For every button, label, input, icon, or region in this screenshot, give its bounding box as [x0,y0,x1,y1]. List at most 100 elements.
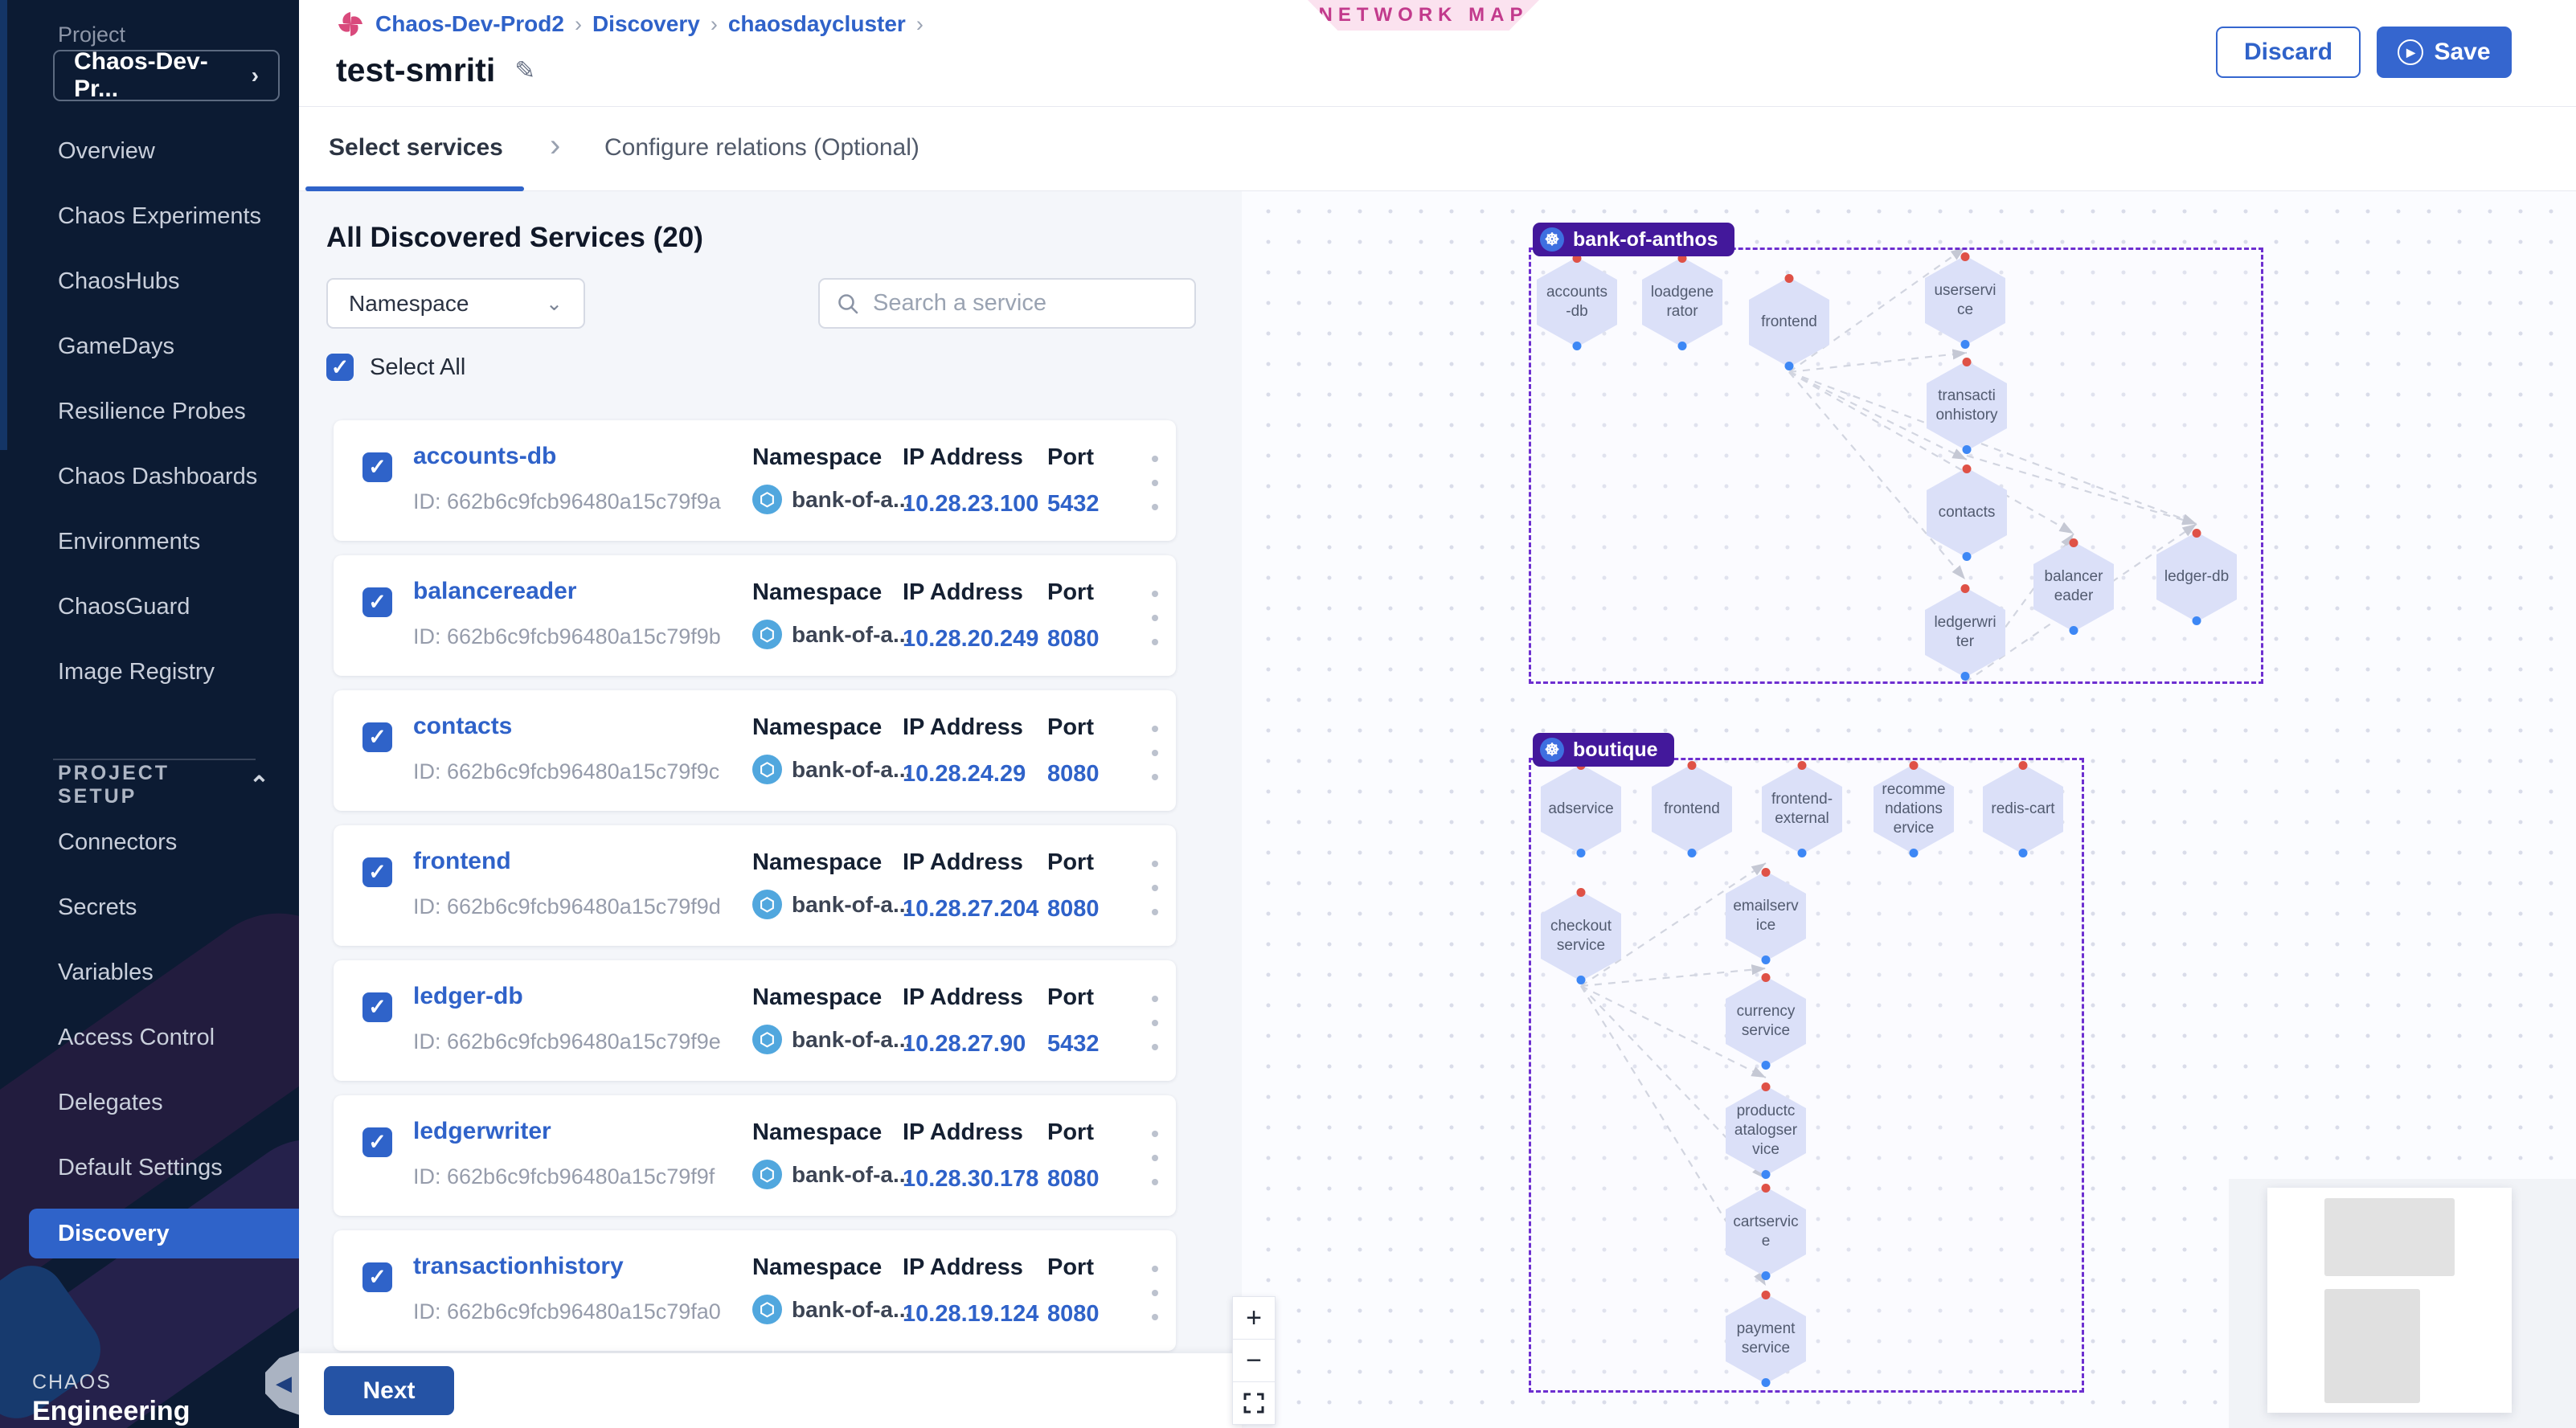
select-all-checkbox[interactable]: ✓ [326,354,354,381]
service-ip-value[interactable]: 10.28.24.29 [903,761,1026,788]
service-hex-node-userservice[interactable]: userservice [1925,256,2005,346]
service-hex-node-productcatalogservice[interactable]: productcatalogservice [1726,1086,1806,1176]
service-checkbox[interactable]: ✓ [362,722,392,752]
kebab-menu-icon[interactable] [1139,991,1171,1055]
service-port-value[interactable]: 8080 [1047,761,1100,788]
sidebar-item-variables[interactable]: Variables [0,940,299,1005]
service-name[interactable]: transactionhistory [413,1253,624,1280]
service-port-value[interactable]: 8080 [1047,1301,1100,1328]
tab-configure-relations[interactable]: Configure relations (Optional) [604,134,919,162]
service-hex-node-checkoutservice[interactable]: checkoutservice [1541,891,1621,981]
sidebar-item-access-control[interactable]: Access Control [0,1005,299,1070]
sidebar-item-delegates[interactable]: Delegates [0,1070,299,1135]
sidebar-item-resilience-probes[interactable]: Resilience Probes [0,379,299,444]
sidebar-item-gamedays[interactable]: GameDays [0,314,299,379]
breadcrumb-discovery[interactable]: Discovery [592,11,700,37]
map-group-badge-bank-of-anthos[interactable]: ☸bank-of-anthos [1533,223,1734,256]
egress-port-dot [1577,849,1586,857]
service-hex-node-paymentservice[interactable]: paymentservice [1726,1294,1806,1384]
kebab-menu-icon[interactable] [1139,586,1171,650]
service-checkbox[interactable]: ✓ [362,1127,392,1157]
kebab-menu-icon[interactable] [1139,856,1171,920]
kebab-menu-icon[interactable] [1139,721,1171,785]
service-hex-node-balancereader[interactable]: balancereader [2033,542,2114,632]
kebab-menu-icon[interactable] [1139,1261,1171,1325]
service-port-value[interactable]: 8080 [1047,626,1100,653]
kebab-menu-icon[interactable] [1139,1126,1171,1190]
sidebar-item-chaoshubs[interactable]: ChaosHubs [0,249,299,314]
sidebar-collapse-handle[interactable]: ◀ [265,1350,299,1416]
map-group-badge-boutique[interactable]: ☸boutique [1533,733,1674,767]
edit-pencil-icon[interactable]: ✎ [514,56,535,85]
service-port-value[interactable]: 8080 [1047,1166,1100,1193]
zoom-out-button[interactable]: − [1232,1339,1276,1382]
service-hex-node-frontend[interactable]: frontend [1749,277,1829,367]
service-hex-node-frontend[interactable]: frontend [1652,764,1732,854]
hexagon-shape: ledger-db [2156,532,2237,622]
service-name[interactable]: accounts-db [413,443,556,470]
service-ip-value[interactable]: 10.28.23.100 [903,491,1038,518]
service-name[interactable]: frontend [413,848,511,875]
service-checkbox[interactable]: ✓ [362,587,392,617]
service-port-value[interactable]: 5432 [1047,1031,1100,1058]
service-ip-value[interactable]: 10.28.27.90 [903,1031,1026,1058]
service-hex-node-adservice[interactable]: adservice [1541,764,1621,854]
save-button[interactable]: ▶ Save [2377,27,2512,78]
sidebar-item-chaosguard[interactable]: ChaosGuard [0,575,299,640]
service-hex-node-recommendationservice[interactable]: recommendationservice [1874,764,1954,854]
service-checkbox[interactable]: ✓ [362,1262,392,1292]
fullscreen-button[interactable] [1232,1381,1276,1425]
service-hex-node-cartservice[interactable]: cartservice [1726,1187,1806,1277]
sidebar-item-secrets[interactable]: Secrets [0,875,299,940]
column-header-namespace: Namespace [752,1119,882,1146]
discard-button[interactable]: Discard [2216,27,2361,78]
breadcrumb-project[interactable]: Chaos-Dev-Prod2 [375,11,564,37]
service-hex-node-loadgenerator[interactable]: loadgenerator [1642,257,1722,347]
project-setup-section-header[interactable]: PROJECT SETUP ⌃ [58,762,272,808]
service-hex-node-accounts-db[interactable]: accounts-db [1537,257,1617,347]
service-hex-node-transactionhistory[interactable]: transactionhistory [1927,361,2007,451]
sidebar-item-chaos-experiments[interactable]: Chaos Experiments [0,184,299,249]
service-name[interactable]: ledgerwriter [413,1118,551,1145]
search-input[interactable] [873,290,1178,317]
service-checkbox[interactable]: ✓ [362,992,392,1022]
service-namespace-value: ⬡ bank-of-a... [752,1295,911,1324]
service-name[interactable]: contacts [413,713,512,740]
ingress-port-dot [2019,761,2028,770]
sidebar-item-connectors[interactable]: Connectors [0,810,299,875]
service-ip-value[interactable]: 10.28.19.124 [903,1301,1038,1328]
service-name[interactable]: balancereader [413,578,576,605]
sidebar-item-environments[interactable]: Environments [0,509,299,575]
namespace-text: bank-of-a... [792,892,911,918]
sidebar-item-chaos-dashboards[interactable]: Chaos Dashboards [0,444,299,509]
service-hex-node-frontend-external[interactable]: frontend-external [1762,764,1842,854]
tab-select-services[interactable]: Select services [329,134,503,162]
sidebar-item-overview[interactable]: Overview [0,119,299,184]
service-hex-node-emailservice[interactable]: emailservice [1726,871,1806,961]
next-button[interactable]: Next [324,1366,454,1415]
service-hex-node-contacts[interactable]: contacts [1927,468,2007,558]
service-name[interactable]: ledger-db [413,983,523,1010]
service-ip-value[interactable]: 10.28.30.178 [903,1166,1038,1193]
service-search-box[interactable] [818,278,1196,329]
sidebar-item-discovery[interactable]: Discovery [29,1209,299,1258]
service-hex-node-ledgerwriter[interactable]: ledgerwriter [1925,587,2005,677]
service-checkbox[interactable]: ✓ [362,857,392,887]
service-hex-node-ledger-db[interactable]: ledger-db [2156,532,2237,622]
service-ip-value[interactable]: 10.28.27.204 [903,896,1038,923]
minimap[interactable] [2267,1188,2512,1413]
service-hex-node-redis-cart[interactable]: redis-cart [1983,764,2063,854]
service-hex-node-currencyservice[interactable]: currencyservice [1726,976,1806,1066]
sidebar-item-default-settings[interactable]: Default Settings [0,1135,299,1201]
breadcrumb-cluster[interactable]: chaosdaycluster [728,11,906,37]
kebab-menu-icon[interactable] [1139,451,1171,515]
zoom-in-button[interactable]: + [1232,1296,1276,1340]
service-port-value[interactable]: 8080 [1047,896,1100,923]
service-ip-value[interactable]: 10.28.20.249 [903,626,1038,653]
project-selector[interactable]: Chaos-Dev-Pr... › [53,50,280,101]
service-port-value[interactable]: 5432 [1047,491,1100,518]
egress-port-dot [1762,1170,1771,1179]
namespace-filter-dropdown[interactable]: Namespace ⌄ [326,278,585,329]
service-checkbox[interactable]: ✓ [362,452,392,482]
sidebar-item-image-registry[interactable]: Image Registry [0,640,299,705]
